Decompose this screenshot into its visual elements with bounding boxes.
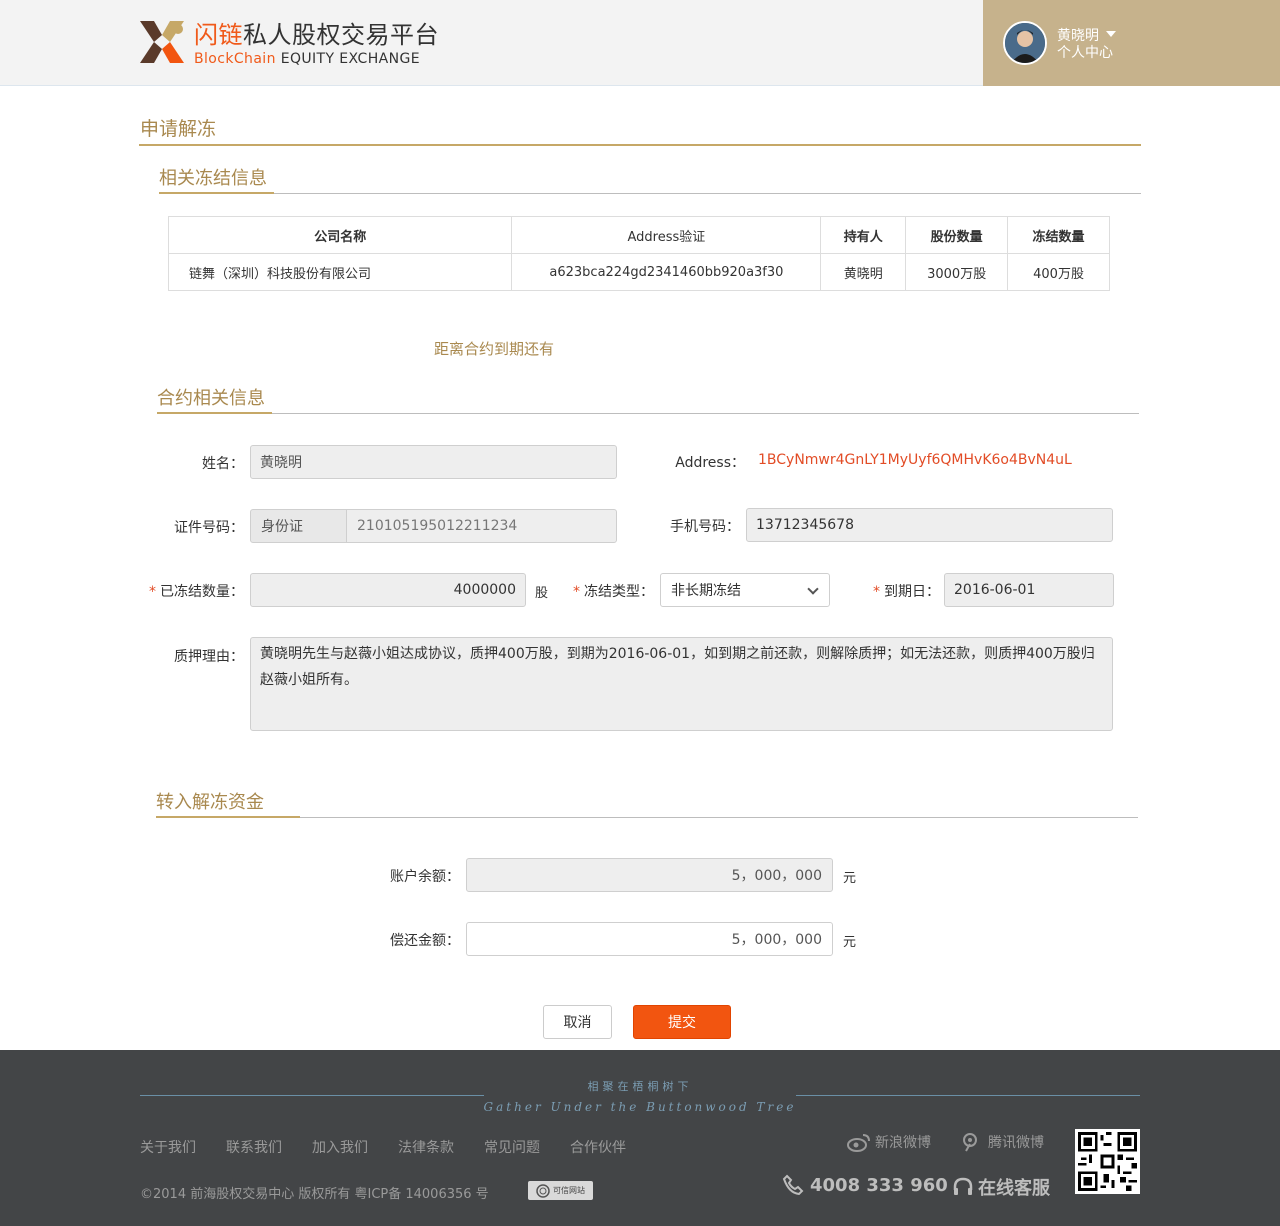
col-shares: 股份数量 [905,216,1009,254]
due-date-label: * 到期日： [873,584,940,600]
footer-link-about[interactable]: 关于我们 [140,1137,196,1157]
footer-copyright: ©2014 前海股权交易中心 版权所有 粤ICP备 14006356 号 [140,1187,489,1202]
weibo-tencent-label: 腾讯微博 [988,1135,1044,1151]
section-divider [159,193,1141,194]
countdown-text: 距离合约到期还有 [434,340,555,358]
col-holder: 持有人 [820,216,907,254]
footer-link-join[interactable]: 加入我们 [312,1137,368,1157]
balance-label: 账户余额： [390,869,460,885]
section-title-transfer: 转入解冻资金 [156,792,264,813]
freeze-type-select[interactable]: 非长期冻结 [660,573,830,607]
balance-unit: 元 [843,871,857,886]
name-label: 姓名： [202,456,244,472]
id-label: 证件号码： [174,520,244,536]
user-menu[interactable]: 黄晓明 个人中心 [983,0,1280,86]
freeze-type-value: 非长期冻结 [671,583,741,599]
col-address: Address验证 [511,216,822,254]
section-title-freeze: 相关冻结信息 [159,168,267,189]
footer-slogan-en: Gather Under the Buttonwood Tree [483,1100,797,1114]
weibo-sina-link[interactable]: 新浪微博 [847,1132,931,1152]
frozen-qty-field[interactable]: 4000000 [250,573,526,607]
online-service-label: 在线客服 [978,1178,1050,1199]
table-row: 链舞（深圳）科技股份有限公司 a623bca224gd2341460bb920a… [167,253,1110,291]
site-header: 闪链私人股权交易平台 BlockChain EQUITY EXCHANGE 黄晓… [0,0,1280,86]
repay-amount-input[interactable]: 5，000，000 [466,922,833,956]
freeze-type-label: * 冻结类型： [573,584,654,600]
reason-textarea[interactable]: 黄晓明先生与赵薇小姐达成协议，质押400万股，到期为2016-06-01，如到期… [250,637,1113,731]
phone-icon [782,1174,804,1196]
due-date-field[interactable]: 2016-06-01 [944,573,1114,607]
weibo-tencent-link[interactable]: 腾讯微博 [960,1132,1044,1152]
badge-seal-icon [536,1183,550,1198]
logo-title-cn: 闪链私人股权交易平台 [194,21,439,49]
logo-mark-icon [140,21,184,63]
headset-icon [953,1177,973,1195]
address-label: Address： [675,455,745,471]
submit-button[interactable]: 提交 [633,1005,731,1039]
section-divider [157,413,1139,414]
reason-label: 质押理由： [174,649,244,665]
col-company: 公司名称 [167,216,513,254]
hotline-number: 4008 333 960 [810,1174,948,1196]
section-title-contract: 合约相关信息 [157,388,265,409]
tencent-weibo-icon [963,1133,977,1152]
repay-label: 偿还金额： [390,933,460,949]
title-divider [139,144,1141,146]
footer-divider [140,1095,484,1096]
chevron-down-icon [807,583,819,595]
online-service-link[interactable]: 在线客服 [952,1174,1050,1200]
frozen-qty-unit: 股 [535,586,549,601]
site-footer: 相聚在梧桐树下 Gather Under the Buttonwood Tree… [0,1050,1280,1226]
logo-title-en: BlockChain EQUITY EXCHANGE [194,51,420,67]
sina-weibo-icon [847,1134,870,1152]
qr-code [1075,1129,1140,1194]
repay-unit: 元 [843,935,857,950]
trusted-site-badge[interactable]: 可信网站 [528,1181,593,1200]
footer-link-faq[interactable]: 常见问题 [484,1137,540,1157]
footer-links: 关于我们 联系我们 加入我们 法律条款 常见问题 合作伙伴 [140,1137,656,1157]
user-center-link[interactable]: 个人中心 [1057,42,1113,62]
badge-label: 可信网站 [553,1186,585,1195]
section-divider [156,817,1138,818]
name-field[interactable]: 黄晓明 [250,445,617,479]
frozen-qty-label: * 已冻结数量： [149,584,244,600]
balance-field: 5，000，000 [466,858,833,892]
cancel-button[interactable]: 取消 [543,1005,612,1039]
cell-shares: 3000万股 [905,253,1009,291]
footer-link-contact[interactable]: 联系我们 [226,1137,282,1157]
footer-slogan-cn: 相聚在梧桐树下 [587,1080,693,1093]
page-title: 申请解冻 [140,118,217,140]
weibo-sina-label: 新浪微博 [875,1135,931,1151]
id-type-field[interactable]: 身份证 [250,509,347,543]
phone-label: 手机号码： [670,519,740,535]
cell-frozen: 400万股 [1007,253,1110,291]
avatar-photo-icon [1005,23,1045,63]
hotline: 4008 333 960 [782,1174,948,1196]
section-underline [159,192,274,194]
address-value: 1BCyNmwr4GnLY1MyUyf6QMHvK6o4BvN4uL [758,452,1072,468]
qr-code-icon [1078,1132,1137,1191]
site-logo[interactable]: 闪链私人股权交易平台 BlockChain EQUITY EXCHANGE [138,17,439,69]
cell-holder: 黄晓明 [820,253,907,291]
footer-divider [796,1095,1140,1096]
phone-field[interactable]: 13712345678 [746,508,1113,542]
cell-company: 链舞（深圳）科技股份有限公司 [167,253,513,291]
footer-link-legal[interactable]: 法律条款 [398,1137,454,1157]
chevron-down-icon[interactable] [1106,31,1116,37]
cell-address: a623bca224gd2341460bb920a3f30 [511,253,822,291]
id-number-field[interactable]: 210105195012211234 [346,509,617,543]
table-header-row: 公司名称 Address验证 持有人 股份数量 冻结数量 [167,216,1110,254]
footer-link-partners[interactable]: 合作伙伴 [570,1137,626,1157]
section-underline [157,412,272,414]
freeze-table: 公司名称 Address验证 持有人 股份数量 冻结数量 链舞（深圳）科技股份有… [167,216,1110,291]
section-underline [156,816,300,818]
col-frozen: 冻结数量 [1007,216,1110,254]
avatar[interactable] [1003,21,1047,65]
